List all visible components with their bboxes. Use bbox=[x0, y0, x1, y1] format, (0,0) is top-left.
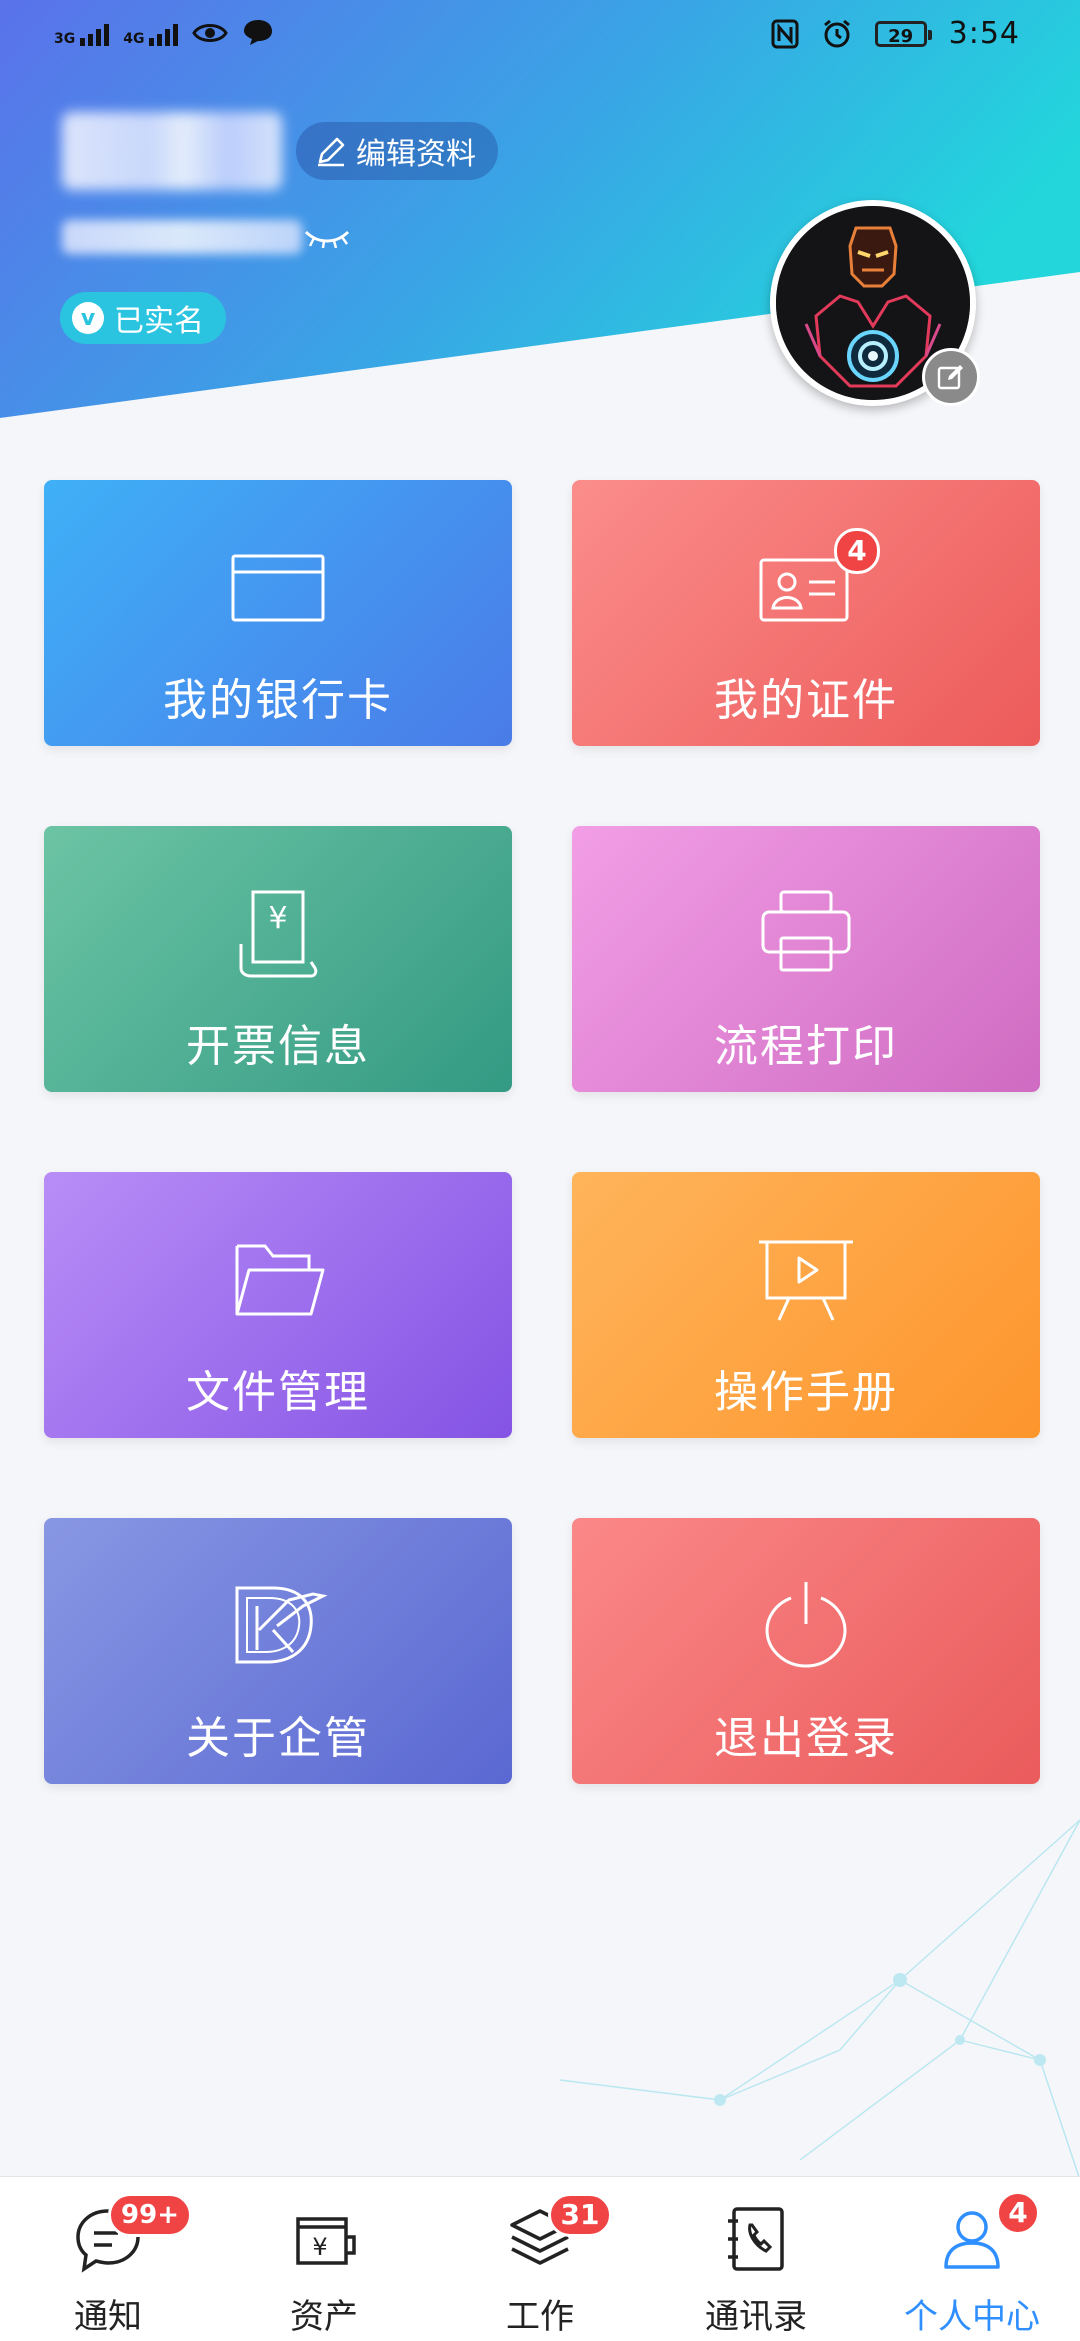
signal-4g-icon: 4G bbox=[123, 24, 179, 47]
bottom-navigation: 99+ 通知 ¥ 资产 31 工作 通讯录 4 个人中心 bbox=[0, 2176, 1080, 2341]
verified-label: 已实名 bbox=[114, 304, 204, 339]
message-bubble-icon bbox=[244, 20, 273, 45]
presentation-icon bbox=[759, 1240, 853, 1321]
notifications-badge: 99+ bbox=[108, 2193, 192, 2237]
folder-icon bbox=[235, 1244, 325, 1316]
user-subtitle-blurred bbox=[62, 220, 302, 254]
invoice-info-button[interactable]: ¥ 开票信息 bbox=[44, 826, 512, 1092]
tab-label: 个人中心 bbox=[904, 2297, 1040, 2337]
eye-icon bbox=[192, 24, 229, 42]
verified-badge: v 已实名 bbox=[60, 292, 226, 344]
about-company-button[interactable]: 关于企管 bbox=[44, 1518, 512, 1784]
printer-icon bbox=[761, 890, 851, 972]
network-decoration bbox=[559, 1819, 1080, 2180]
personal-center-badge: 4 bbox=[996, 2191, 1040, 2235]
card-label: 我的证件 bbox=[714, 675, 898, 726]
nfc-icon bbox=[771, 19, 799, 48]
battery-indicator: 29 bbox=[874, 20, 932, 47]
avatar-container[interactable] bbox=[770, 200, 980, 406]
tab-label: 资产 bbox=[290, 2297, 358, 2337]
card-label: 关于企管 bbox=[186, 1713, 370, 1764]
invoice-icon: ¥ bbox=[239, 890, 318, 978]
tab-personal-center[interactable]: 4 个人中心 bbox=[864, 2177, 1080, 2341]
status-time: 3:54 bbox=[948, 16, 1020, 51]
svg-text:¥: ¥ bbox=[268, 901, 287, 936]
tab-notifications[interactable]: 99+ 通知 bbox=[0, 2177, 216, 2341]
card-label: 开票信息 bbox=[186, 1021, 370, 1072]
card-label: 操作手册 bbox=[714, 1367, 898, 1418]
tab-contacts[interactable]: 通讯录 bbox=[648, 2177, 864, 2341]
card-label: 我的银行卡 bbox=[163, 675, 393, 726]
card-label: 流程打印 bbox=[714, 1021, 898, 1072]
my-documents-button[interactable]: 4 我的证件 bbox=[572, 480, 1040, 746]
network-type-2: 4G bbox=[123, 31, 145, 47]
status-bar: 3G 4G 29 3:54 bbox=[0, 0, 1080, 76]
tab-assets[interactable]: ¥ 资产 bbox=[216, 2177, 432, 2341]
eyelash-decoration-icon bbox=[304, 230, 350, 248]
svg-text:¥: ¥ bbox=[312, 2233, 327, 2261]
operation-manual-button[interactable]: 操作手册 bbox=[572, 1172, 1040, 1438]
alarm-icon bbox=[823, 19, 850, 47]
file-management-button[interactable]: 文件管理 bbox=[44, 1172, 512, 1438]
tab-label: 通知 bbox=[74, 2297, 142, 2337]
edit-profile-label: 编辑资料 bbox=[356, 137, 476, 172]
tab-label: 通讯录 bbox=[705, 2297, 807, 2337]
network-type-1: 3G bbox=[54, 31, 76, 47]
company-logo-icon bbox=[235, 1586, 328, 1664]
tab-label: 工作 bbox=[506, 2297, 574, 2337]
wallet-icon: ¥ bbox=[296, 2217, 356, 2265]
tab-work[interactable]: 31 工作 bbox=[432, 2177, 648, 2341]
edit-profile-button[interactable]: 编辑资料 bbox=[296, 122, 498, 180]
documents-badge: 4 bbox=[834, 528, 880, 574]
contacts-book-icon bbox=[728, 2207, 784, 2271]
power-icon bbox=[765, 1582, 847, 1668]
signal-3g-icon: 3G bbox=[54, 24, 110, 47]
card-label: 退出登录 bbox=[714, 1713, 898, 1764]
work-badge: 31 bbox=[548, 2193, 612, 2237]
logout-button[interactable]: 退出登录 bbox=[572, 1518, 1040, 1784]
my-bank-card-button[interactable]: 我的银行卡 bbox=[44, 480, 512, 746]
user-name-blurred bbox=[62, 112, 282, 190]
card-label: 文件管理 bbox=[186, 1367, 370, 1418]
edit-square-icon bbox=[937, 365, 963, 390]
process-print-button[interactable]: 流程打印 bbox=[572, 826, 1040, 1092]
pencil-icon bbox=[318, 137, 345, 167]
avatar-edit-button[interactable] bbox=[922, 348, 980, 406]
verified-v-icon: v bbox=[72, 302, 104, 334]
bank-card-icon bbox=[231, 554, 325, 622]
